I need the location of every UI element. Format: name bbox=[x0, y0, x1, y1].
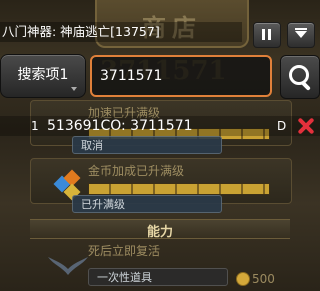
search-type-label: 搜索项1 bbox=[17, 67, 69, 83]
collapse-icon bbox=[295, 28, 307, 38]
shop-row-coin-label: 金币加成已升满级 bbox=[88, 164, 185, 178]
shop-row-coin-bar bbox=[88, 183, 270, 195]
section-title: 能力 bbox=[146, 225, 173, 240]
result-row[interactable]: 1 513691CO: 3711571 D bbox=[0, 116, 320, 136]
result-index: 1 bbox=[31, 119, 39, 133]
result-text: 513691CO: 3711571 bbox=[47, 118, 193, 134]
app-title: 八门神器: 神庙逃亡[13757] bbox=[0, 22, 242, 42]
search-icon bbox=[289, 65, 309, 85]
shop-row-speed-button[interactable]: 取消 bbox=[72, 136, 222, 154]
search-button[interactable] bbox=[280, 55, 320, 99]
delete-icon[interactable] bbox=[296, 116, 316, 136]
search-input[interactable] bbox=[90, 55, 272, 97]
section-header: 能力 bbox=[30, 219, 290, 240]
result-type: D bbox=[277, 119, 287, 133]
collapse-button[interactable] bbox=[287, 22, 315, 48]
item-consumable-label[interactable]: 一次性道具 bbox=[88, 268, 228, 286]
shop-row-coin-button[interactable]: 已升满级 bbox=[72, 195, 222, 213]
wings-icon bbox=[48, 257, 88, 275]
search-type-dropdown[interactable]: 搜索项1 bbox=[0, 54, 86, 98]
pause-icon bbox=[262, 29, 265, 40]
item-revive-label: 死后立即复活 bbox=[88, 244, 161, 258]
coin-icon bbox=[236, 272, 250, 286]
dropdown-arrow-icon bbox=[71, 87, 77, 91]
price-label: 500 bbox=[252, 272, 275, 286]
pause-button[interactable] bbox=[253, 22, 281, 48]
